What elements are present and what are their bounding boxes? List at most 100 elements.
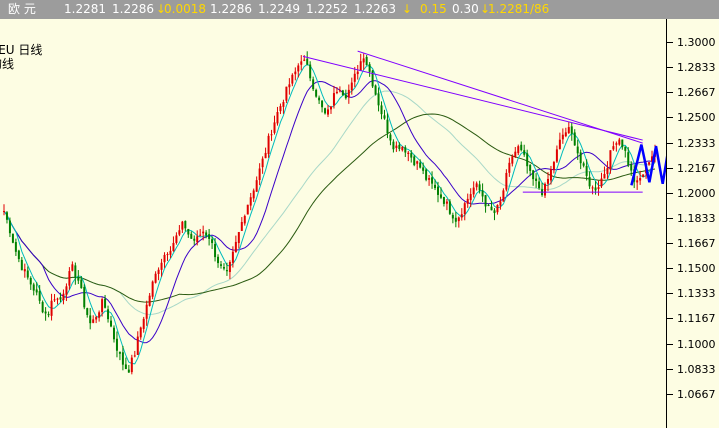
candle-body — [142, 318, 145, 329]
candle-body — [383, 115, 386, 119]
candle-body — [570, 126, 573, 134]
candle-body — [303, 59, 306, 61]
candle-body — [475, 183, 478, 188]
candle-body — [546, 178, 549, 184]
y-tick-mark — [667, 293, 673, 295]
candle-body — [107, 309, 110, 320]
y-tick-label: 1.1667 — [677, 237, 716, 251]
candle-body — [567, 127, 570, 134]
y-tick-mark — [667, 243, 673, 245]
candle-body — [231, 251, 234, 263]
candle-body — [365, 56, 368, 66]
candle-body — [154, 273, 157, 283]
y-tick-mark — [667, 192, 673, 194]
candle-body — [457, 217, 460, 222]
symbol-period-label: XEU 日线 — [0, 43, 43, 57]
candle-body — [62, 293, 65, 301]
candle-body — [240, 221, 243, 231]
candle-body — [222, 267, 225, 269]
candle-body — [71, 264, 74, 271]
tick-value: 1.2281/86 — [488, 2, 550, 16]
prev-price: 1.2252 — [306, 2, 348, 16]
candle-body — [437, 186, 439, 195]
candle-body — [502, 190, 505, 202]
ma-short-line — [3, 63, 656, 365]
candle-body — [29, 277, 32, 285]
candle-body — [32, 284, 35, 291]
price-axis: 1.3000 1.2833 1.2667 1.2500 1.2333 1.2167 1.20… — [666, 19, 719, 428]
candle-body — [377, 93, 380, 106]
price-chart[interactable]: XEU 日线 均线 — [0, 19, 666, 428]
y-tick-mark — [667, 42, 673, 44]
candle-body — [98, 312, 101, 318]
candle-body — [350, 82, 353, 91]
candle-body — [523, 150, 526, 155]
candle-body — [359, 61, 362, 71]
candle-body — [422, 167, 425, 171]
candle-body — [17, 250, 20, 260]
candle-body — [8, 220, 11, 234]
candle-body — [220, 264, 222, 266]
candle-body — [389, 134, 392, 141]
candle-body — [318, 97, 321, 101]
candle-body — [552, 162, 555, 170]
candle-body — [496, 204, 499, 213]
candle-body — [374, 85, 377, 95]
y-tick-mark — [667, 117, 673, 119]
candle-body — [624, 146, 627, 151]
candle-body — [199, 234, 202, 236]
candle-body — [148, 295, 151, 306]
last-price: 1.2281 — [64, 2, 106, 16]
candle-body — [306, 58, 309, 65]
candle-body — [187, 228, 190, 235]
candle-body — [368, 64, 371, 72]
candle-body — [95, 317, 98, 320]
candle-body — [157, 269, 160, 275]
candle-body — [181, 221, 184, 230]
candle-body — [472, 187, 475, 195]
candle-body — [630, 164, 633, 171]
y-tick-mark — [667, 318, 673, 320]
candle-body — [392, 141, 395, 150]
y-tick-mark — [667, 343, 673, 345]
candle-body — [121, 352, 124, 365]
high-price: 1.2263 — [354, 2, 396, 16]
candle-body — [309, 64, 312, 79]
candle-body — [77, 277, 80, 281]
ma-faint-line — [3, 90, 656, 315]
candle-body — [175, 235, 178, 243]
candle-body — [59, 297, 62, 300]
open-price: 1.2286 — [210, 2, 252, 16]
candle-body — [228, 261, 231, 272]
candle-body — [264, 152, 267, 159]
candle-body — [407, 152, 410, 155]
y-tick-mark — [667, 67, 673, 69]
candle-body — [582, 163, 585, 166]
candle-body — [451, 214, 454, 219]
candle-body — [133, 355, 136, 357]
candle-body — [190, 233, 193, 239]
candle-body — [86, 308, 89, 315]
candle-body — [74, 265, 77, 278]
candle-body — [68, 271, 71, 286]
candle-body — [273, 122, 276, 133]
candle-body — [315, 89, 318, 97]
candle-body — [80, 279, 83, 289]
candle-body — [243, 215, 246, 224]
candle-body — [208, 234, 211, 239]
candle-body — [484, 195, 487, 207]
candle-body — [237, 232, 240, 244]
candle-body — [445, 201, 448, 204]
candle-body — [335, 91, 338, 94]
candle-body — [511, 156, 514, 164]
change-percent: 0.15 — [420, 2, 447, 16]
y-tick-label: 1.2333 — [677, 136, 716, 150]
y-tick-label: 1.2500 — [677, 111, 716, 125]
y-tick-label: 1.3000 — [677, 36, 716, 50]
candle-body — [499, 201, 502, 206]
candle-body — [398, 144, 401, 150]
candle-body — [549, 169, 552, 181]
candle-body — [591, 187, 594, 189]
candle-body — [466, 198, 469, 204]
candle-body — [166, 254, 169, 256]
